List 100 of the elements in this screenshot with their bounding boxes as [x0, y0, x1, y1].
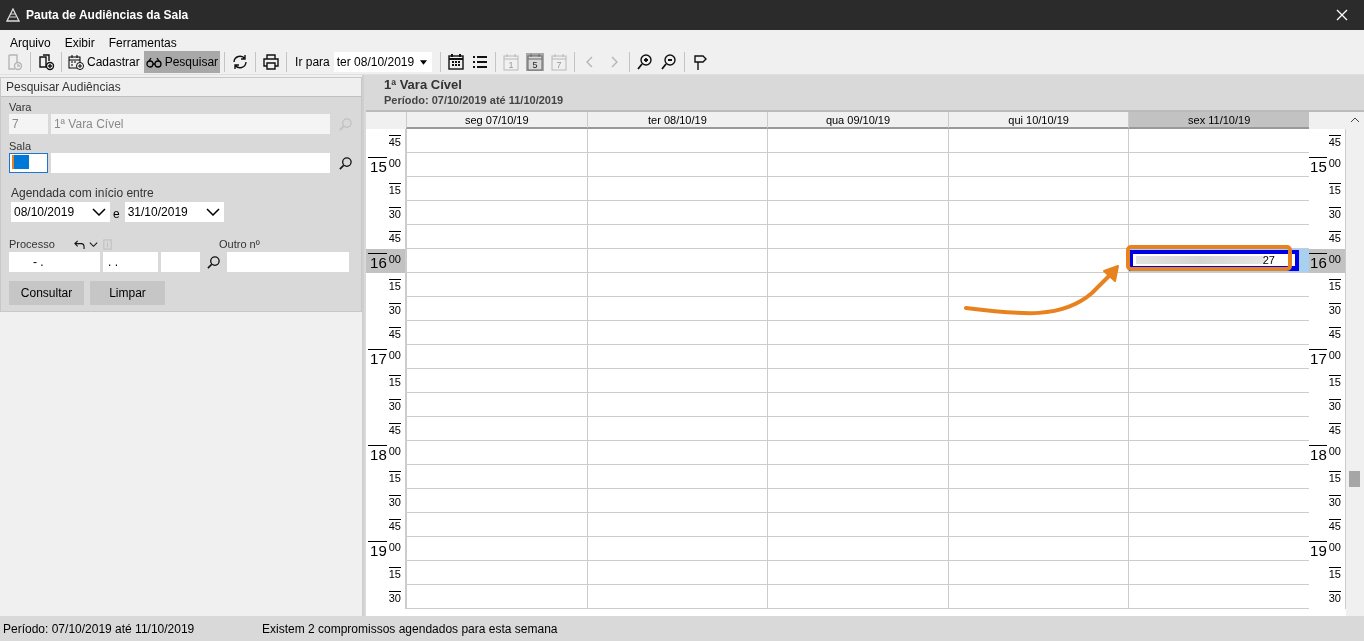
calendar-slot[interactable]	[1128, 345, 1309, 369]
calendar-slot[interactable]	[1128, 273, 1309, 297]
calendar-slot[interactable]	[586, 513, 768, 537]
calendar-slot[interactable]	[406, 273, 587, 297]
calendar-slot[interactable]	[586, 441, 768, 465]
zoom-in-icon[interactable]	[635, 53, 654, 71]
calendar-slot[interactable]	[767, 201, 948, 225]
menu-item[interactable]: Ferramentas	[108, 36, 177, 50]
calendar-slot[interactable]	[586, 393, 768, 417]
day-header[interactable]: ter 08/10/19	[586, 112, 768, 129]
search-button[interactable]: Consultar	[9, 281, 84, 305]
calendar-slot[interactable]	[406, 561, 587, 585]
calendar-slot[interactable]	[1128, 369, 1309, 393]
list-icon[interactable]	[470, 53, 489, 71]
calendar-slot[interactable]	[586, 561, 768, 585]
calendar-icon[interactable]	[446, 53, 465, 71]
process-number-field[interactable]	[161, 252, 200, 272]
calendar-slot[interactable]	[947, 369, 1129, 393]
calendar-slot[interactable]	[406, 129, 587, 153]
scroll-up-icon[interactable]	[1350, 117, 1360, 123]
calendar-slot[interactable]	[947, 465, 1129, 489]
calendar-slot[interactable]	[586, 417, 768, 441]
calendar-slot[interactable]	[1128, 129, 1309, 153]
calendar-slot[interactable]	[586, 465, 768, 489]
calendar-slot[interactable]	[947, 345, 1129, 369]
name-field[interactable]	[50, 153, 331, 173]
calendar-slot[interactable]	[586, 153, 768, 177]
calendar-slot[interactable]	[767, 537, 948, 561]
calendar-slot[interactable]	[406, 321, 587, 345]
calendar-slot[interactable]	[767, 513, 948, 537]
menu-item[interactable]: Arquivo	[10, 36, 51, 50]
refresh-icon[interactable]	[231, 53, 250, 71]
calendar-slot[interactable]	[586, 201, 768, 225]
calendar-slot[interactable]	[406, 153, 587, 177]
calendar-slot[interactable]	[1128, 537, 1309, 561]
calendar-slot[interactable]	[406, 489, 587, 513]
calendar-slot[interactable]	[947, 153, 1129, 177]
calendar-slot[interactable]	[586, 249, 768, 273]
process-number-field[interactable]: . .	[103, 252, 158, 272]
calendar-slot[interactable]	[1128, 585, 1309, 609]
calendar-slot[interactable]	[586, 489, 768, 513]
calendar-slot[interactable]	[406, 393, 587, 417]
calendar-slot[interactable]	[1128, 465, 1309, 489]
calendar-slot[interactable]	[586, 537, 768, 561]
calendar-slot[interactable]	[947, 585, 1129, 609]
calendar-slot[interactable]	[406, 513, 587, 537]
copy-add-icon[interactable]	[37, 53, 55, 71]
calendar-slot[interactable]	[406, 465, 587, 489]
other-number-field[interactable]	[227, 252, 349, 272]
calendar-slot[interactable]	[947, 225, 1129, 249]
date-dropdown[interactable]: 31/10/2019	[124, 202, 224, 222]
calendar-slot[interactable]	[1128, 201, 1309, 225]
calendar-slot[interactable]	[947, 249, 1129, 273]
calendar-slot[interactable]	[406, 297, 587, 321]
calendar-slot[interactable]	[767, 369, 948, 393]
calendar-slot[interactable]	[1128, 513, 1309, 537]
calendar-slot[interactable]	[1128, 297, 1309, 321]
calendar-slot[interactable]	[406, 345, 587, 369]
calendar-slot[interactable]	[406, 177, 587, 201]
calendar-slot[interactable]	[947, 393, 1129, 417]
vertical-scrollbar[interactable]	[1346, 112, 1364, 616]
calendar-slot[interactable]	[586, 225, 768, 249]
calendar-slot[interactable]	[406, 201, 587, 225]
calendar-slot[interactable]	[947, 441, 1129, 465]
toolbar-button[interactable]: Pesquisar	[143, 51, 221, 73]
calendar-slot[interactable]	[767, 561, 948, 585]
calendar-slot[interactable]	[767, 297, 948, 321]
print-icon[interactable]	[262, 53, 281, 71]
calendar-slot[interactable]	[947, 129, 1129, 153]
calendar-slot[interactable]	[767, 177, 948, 201]
day-header[interactable]: sex 11/10/19	[1128, 112, 1309, 129]
calendar-slot[interactable]	[1128, 393, 1309, 417]
close-icon[interactable]	[1336, 9, 1348, 21]
calendar-slot[interactable]	[947, 177, 1129, 201]
calendar-slot[interactable]	[586, 177, 768, 201]
calendar-slot[interactable]	[947, 201, 1129, 225]
date-dropdown[interactable]: 08/10/2019	[11, 202, 110, 222]
calendar-slot[interactable]	[767, 489, 948, 513]
calendar-slot[interactable]	[1128, 489, 1309, 513]
calendar-slot[interactable]	[767, 249, 948, 273]
calendar-slot[interactable]	[767, 585, 948, 609]
calendar-slot[interactable]	[586, 129, 768, 153]
calendar-slot[interactable]	[767, 345, 948, 369]
code-field[interactable]	[9, 153, 48, 173]
calendar-slot[interactable]	[406, 537, 587, 561]
search-icon[interactable]	[206, 254, 221, 270]
calendar-slot[interactable]	[767, 153, 948, 177]
calendar-slot[interactable]	[406, 441, 587, 465]
calendar-slot[interactable]	[767, 321, 948, 345]
day-header[interactable]: qui 10/10/19	[947, 112, 1129, 129]
calendar-slot[interactable]	[767, 465, 948, 489]
calendar-slot[interactable]	[406, 249, 587, 273]
calendar-slot[interactable]	[1128, 417, 1309, 441]
calendar-slot[interactable]	[1128, 153, 1309, 177]
day-view-icon[interactable]: 5	[525, 53, 544, 71]
calendar-slot[interactable]	[406, 585, 587, 609]
calendar-slot[interactable]	[1128, 441, 1309, 465]
calendar-slot[interactable]	[586, 585, 768, 609]
scrollbar-thumb[interactable]	[1349, 471, 1360, 487]
calendar-slot[interactable]	[586, 273, 768, 297]
